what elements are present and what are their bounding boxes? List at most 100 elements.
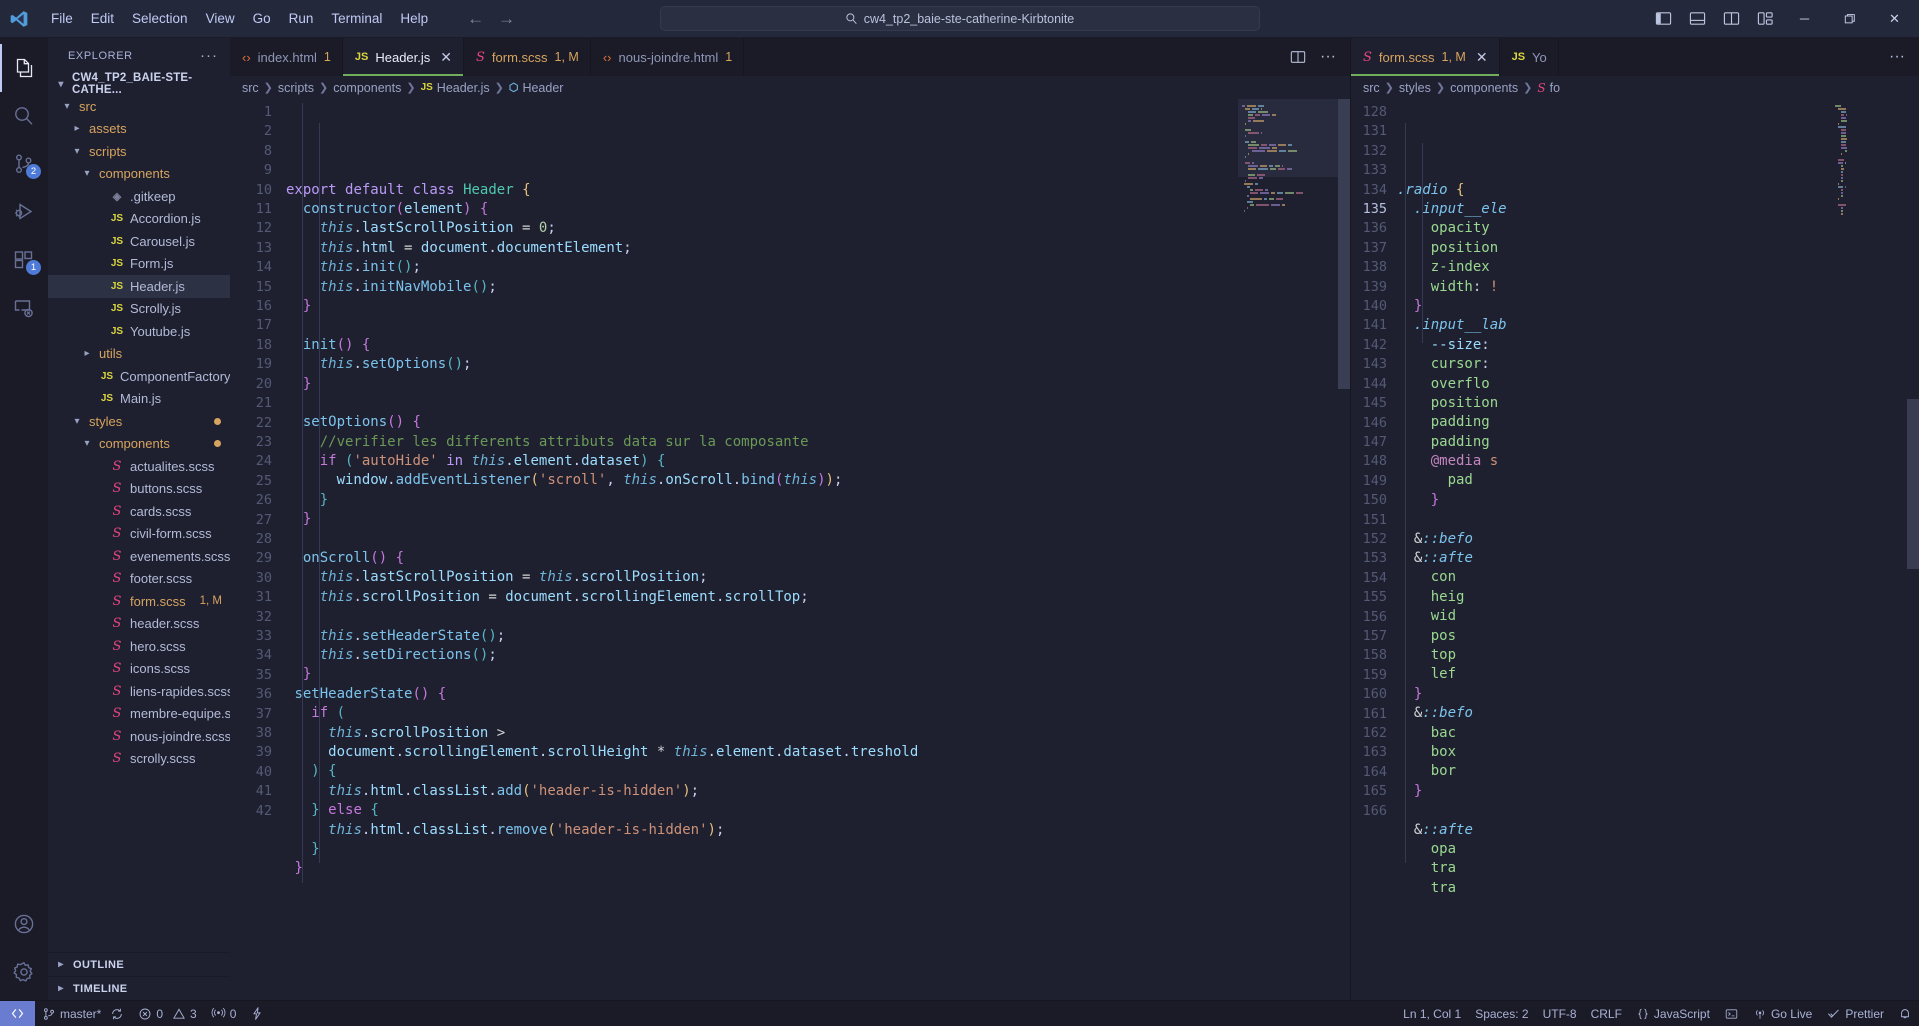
status-cursor-position[interactable]: Ln 1, Col 1 (1396, 1001, 1468, 1026)
tab-form-scss[interactable]: Sform.scss 1, M (464, 38, 591, 76)
tree-item-evenements-scss[interactable]: Sevenements.scss (48, 545, 230, 568)
tree-item-src[interactable]: ▾ src (48, 95, 230, 118)
maximize-button[interactable] (1827, 0, 1872, 38)
status-ports[interactable]: 0 (204, 1001, 244, 1026)
tab-index-html[interactable]: ‹› index.html 1 (230, 38, 343, 76)
tab-header-js[interactable]: JS Header.js ✕ (343, 38, 464, 76)
tree-item-membre-equipe-s-[interactable]: Smembre-equipe.s... (48, 703, 230, 726)
tree-item-actualites-scss[interactable]: Sactualites.scss (48, 455, 230, 478)
tree-item-componentfactory-[interactable]: JS ComponentFactory... (48, 365, 230, 388)
breadcrumb-item[interactable]: JS Header.js (421, 81, 490, 95)
tree-item-components[interactable]: ▾ components (48, 433, 230, 456)
editor-more-actions-icon[interactable]: ··· (1883, 43, 1911, 71)
breadcrumb-item[interactable]: styles (1399, 81, 1431, 95)
tree-item-form-scss[interactable]: Sform.scss 1, M (48, 590, 230, 613)
status-indentation[interactable]: Spaces: 2 (1468, 1001, 1535, 1026)
customize-layout-icon[interactable] (1748, 2, 1782, 36)
breadcrumb-item[interactable]: components (333, 81, 401, 95)
menu-terminal[interactable]: Terminal (322, 7, 391, 30)
activitybar-item-search[interactable] (0, 92, 48, 140)
tree-item-icons-scss[interactable]: Sicons.scss (48, 658, 230, 681)
minimize-button[interactable]: ─ (1782, 0, 1827, 38)
code-content-left[interactable]: export default class Header { constructo… (286, 99, 1350, 1000)
tree-item-header-scss[interactable]: Sheader.scss (48, 613, 230, 636)
toggle-panel-icon[interactable] (1680, 2, 1714, 36)
tree-item-cards-scss[interactable]: Scards.scss (48, 500, 230, 523)
menu-edit[interactable]: Edit (82, 7, 123, 30)
editor-scrollbar-left[interactable] (1338, 99, 1350, 1000)
editor-more-actions-icon[interactable]: ··· (1314, 43, 1342, 71)
status-encoding[interactable]: UTF-8 (1536, 1001, 1584, 1026)
tree-item-buttons-scss[interactable]: Sbuttons.scss (48, 478, 230, 501)
minimap-right[interactable] (1831, 99, 1919, 1000)
tree-item-youtube-js[interactable]: JS Youtube.js (48, 320, 230, 343)
menu-file[interactable]: File (42, 7, 82, 30)
tree-item-header-js[interactable]: JS Header.js (48, 275, 230, 298)
tree-item-components[interactable]: ▾ components (48, 163, 230, 186)
tree-item-utils[interactable]: ▸ utils (48, 343, 230, 366)
go-forward-icon[interactable]: → (498, 9, 515, 29)
editor-scrollbar-right[interactable] (1907, 99, 1919, 1000)
minimap-left[interactable] (1238, 99, 1338, 1000)
tab-close-icon[interactable]: ✕ (1476, 49, 1488, 66)
tree-item-liens-rapides-scss[interactable]: Sliens-rapides.scss (48, 680, 230, 703)
menu-help[interactable]: Help (391, 7, 437, 30)
sidebar-section-outline[interactable]: ▸ OUTLINE (48, 952, 230, 976)
tree-item-civil-form-scss[interactable]: Scivil-form.scss (48, 523, 230, 546)
activitybar-item-explorer[interactable] (0, 44, 48, 92)
menu-go[interactable]: Go (244, 7, 280, 30)
tab-nous-joindre-html[interactable]: ‹› nous-joindre.html 1 (591, 38, 744, 76)
status-eol[interactable]: CRLF (1584, 1001, 1629, 1026)
activitybar-item-settings[interactable] (0, 948, 48, 996)
menu-selection[interactable]: Selection (123, 7, 197, 30)
status-go-live[interactable]: Go Live (1746, 1001, 1819, 1026)
breadcrumb-item[interactable]: ⬡ Header (509, 81, 564, 95)
breadcrumb-item[interactable]: src (1363, 81, 1380, 95)
activitybar-item-run-and-debug[interactable] (0, 188, 48, 236)
tree-item-nous-joindre-scss[interactable]: Snous-joindre.scss (48, 725, 230, 748)
status-branch[interactable]: master* (35, 1001, 131, 1026)
status-prettier[interactable]: Prettier (1819, 1001, 1891, 1026)
activitybar-item-remote-explorer[interactable] (0, 284, 48, 332)
status-terminal-toggle[interactable] (1717, 1001, 1746, 1026)
tree-item--gitkeep[interactable]: ◈ .gitkeep (48, 185, 230, 208)
tree-item-assets[interactable]: ▸ assets (48, 118, 230, 141)
tree-item-scrolly-js[interactable]: JS Scrolly.js (48, 298, 230, 321)
tree-item-footer-scss[interactable]: Sfooter.scss (48, 568, 230, 591)
sidebar-section-timeline[interactable]: ▸ TIMELINE (48, 976, 230, 1000)
menu-view[interactable]: View (197, 7, 244, 30)
tree-item-styles[interactable]: ▾ styles (48, 410, 230, 433)
breadcrumb-item[interactable]: components (1450, 81, 1518, 95)
activitybar-item-source-control[interactable]: 2 (0, 140, 48, 188)
activitybar-item-extensions[interactable]: 1 (0, 236, 48, 284)
go-back-icon[interactable]: ← (467, 9, 484, 29)
remote-window-indicator[interactable] (0, 1001, 35, 1026)
tree-item-main-js[interactable]: JS Main.js (48, 388, 230, 411)
close-window-button[interactable]: ✕ (1872, 0, 1917, 38)
explorer-root-folder[interactable]: ▾ CW4_TP2_BAIE-STE-CATHE... (48, 73, 230, 95)
breadcrumb-item[interactable]: scripts (278, 81, 314, 95)
tree-item-scripts[interactable]: ▾ scripts (48, 140, 230, 163)
tab-form-scss[interactable]: Sform.scss 1, M ✕ (1351, 38, 1500, 76)
toggle-primary-sidebar-icon[interactable] (1646, 2, 1680, 36)
menu-run[interactable]: Run (280, 7, 323, 30)
status-language-mode[interactable]: JavaScript (1629, 1001, 1717, 1026)
breadcrumb-item[interactable]: src (242, 81, 259, 95)
activitybar-item-accounts[interactable] (0, 900, 48, 948)
tree-item-hero-scss[interactable]: Shero.scss (48, 635, 230, 658)
tree-item-carousel-js[interactable]: JS Carousel.js (48, 230, 230, 253)
toggle-secondary-sidebar-icon[interactable] (1714, 2, 1748, 36)
breadcrumb-item[interactable]: Sfo (1537, 81, 1560, 95)
sidebar-more-actions-icon[interactable]: ··· (192, 47, 226, 64)
code-editor-left[interactable]: 1 2 8 9 10 11 12 13 14 15 16 17 18 19 20 21 22 23 24 25 26 27… (230, 99, 1350, 1000)
tree-item-form-js[interactable]: JS Form.js (48, 253, 230, 276)
tree-item-scrolly-scss[interactable]: Sscrolly.scss (48, 748, 230, 771)
status-problems[interactable]: 0 3 (131, 1001, 203, 1026)
split-editor-icon[interactable] (1284, 43, 1312, 71)
status-notifications[interactable] (1891, 1001, 1919, 1026)
tab-yo[interactable]: JS Yo (1500, 38, 1559, 76)
code-editor-right[interactable]: 128 131 132 133 134 135 136 137 138 139 140 141 142 1… (1351, 99, 1919, 1000)
command-center-search[interactable]: cw4_tp2_baie-ste-catherine-Kirbtonite (660, 6, 1260, 31)
status-live-share[interactable] (243, 1001, 271, 1026)
tab-close-icon[interactable]: ✕ (440, 49, 452, 66)
